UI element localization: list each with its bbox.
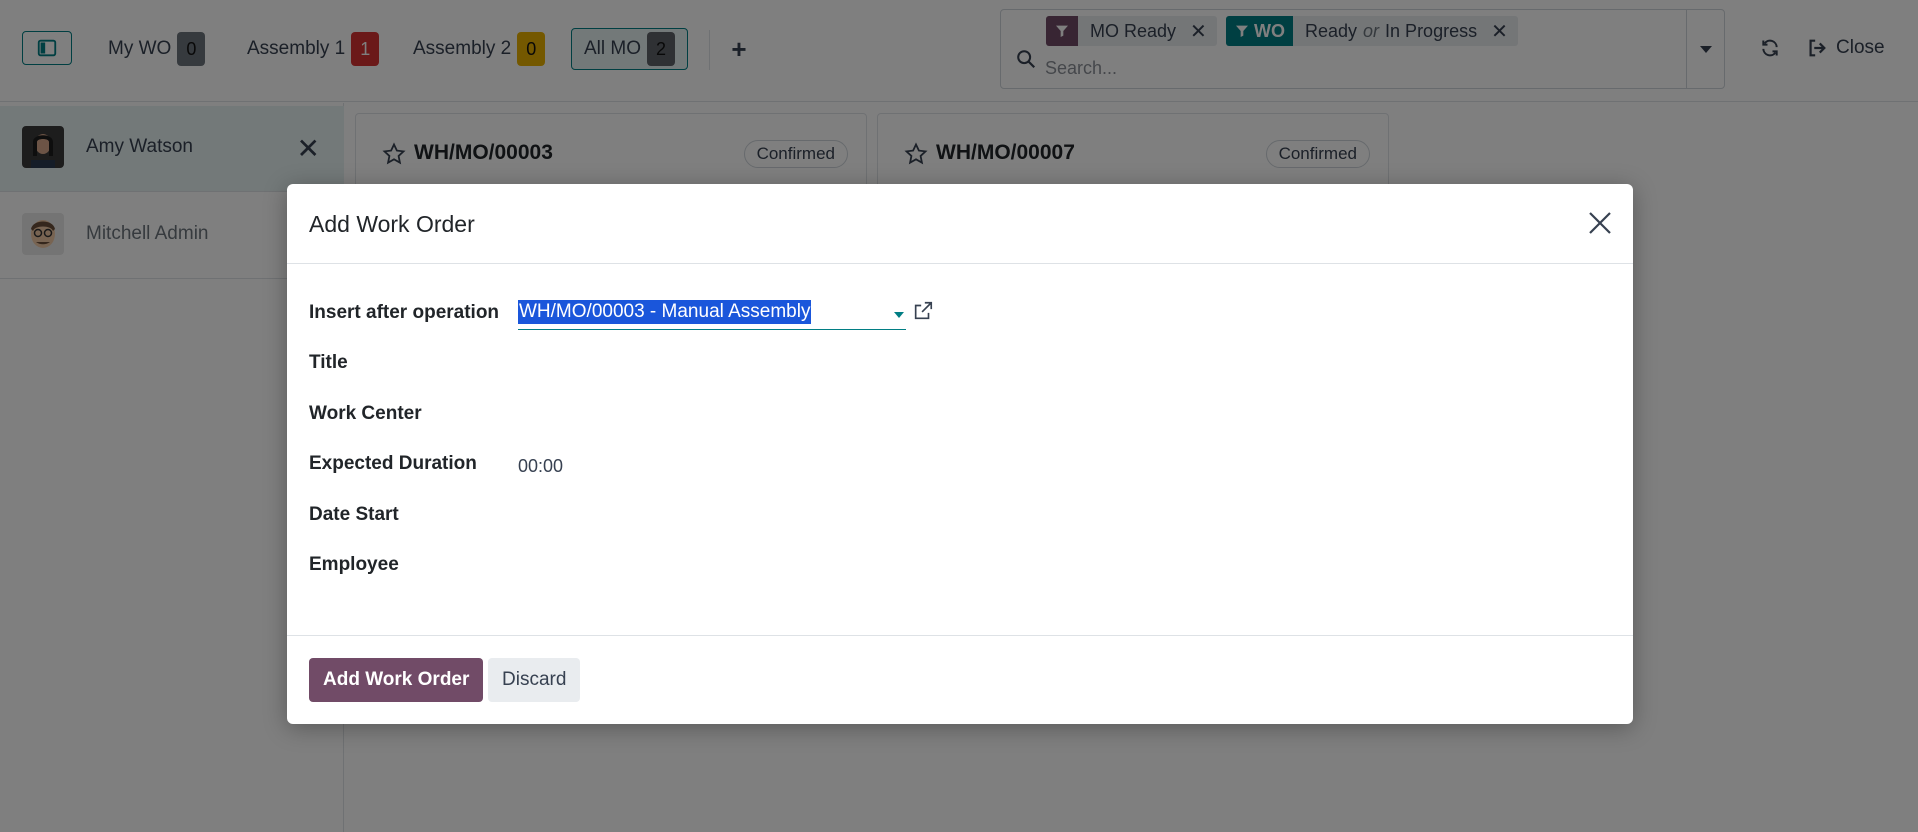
modal-header: Add Work Order: [287, 184, 1633, 264]
work-center-label: Work Center: [309, 403, 422, 424]
add-work-order-button[interactable]: Add Work Order: [309, 658, 484, 702]
modal-title: Add Work Order: [309, 211, 475, 237]
insert-after-operation-value[interactable]: WH/MO/00003 - Manual Assembly: [518, 300, 812, 324]
insert-after-label: Insert after operation: [309, 302, 500, 323]
modal-footer: Add Work Order Discard: [287, 635, 1633, 724]
discard-button[interactable]: Discard: [488, 658, 581, 702]
employee-label: Employee: [309, 554, 399, 575]
date-start-label: Date Start: [309, 504, 399, 525]
insert-after-operation-field[interactable]: WH/MO/00003 - Manual Assembly: [518, 298, 906, 330]
expected-duration-field[interactable]: 00:00: [518, 456, 563, 477]
title-label: Title: [309, 352, 348, 373]
dropdown-caret-icon[interactable]: [894, 312, 904, 318]
add-work-order-dialog: Add Work Order Insert after operation WH…: [287, 184, 1633, 724]
close-icon[interactable]: [1585, 208, 1615, 238]
external-link-icon[interactable]: [912, 300, 934, 322]
expected-duration-label: Expected Duration: [309, 453, 477, 474]
